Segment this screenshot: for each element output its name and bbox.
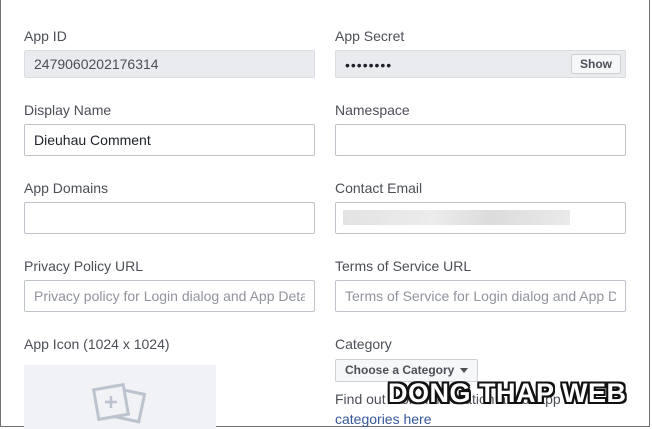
- app-secret-field[interactable]: •••••••• Show: [335, 50, 626, 78]
- app-id-label: App ID: [24, 28, 67, 44]
- add-image-icon: [91, 382, 147, 424]
- privacy-policy-url-input[interactable]: [24, 280, 315, 312]
- namespace-label: Namespace: [335, 102, 410, 118]
- app-id-field[interactable]: 2479060202176314: [24, 50, 315, 78]
- privacy-policy-url-label: Privacy Policy URL: [24, 258, 144, 274]
- app-icon-label: App Icon (1024 x 1024): [24, 336, 170, 352]
- category-label: Category: [335, 336, 392, 352]
- app-icon-upload[interactable]: [24, 365, 216, 429]
- display-name-label: Display Name: [24, 102, 112, 118]
- app-domains-input[interactable]: [24, 202, 315, 234]
- categories-link[interactable]: categories here: [335, 411, 432, 427]
- terms-of-service-url-label: Terms of Service URL: [335, 258, 472, 274]
- contact-email-label: Contact Email: [335, 180, 423, 196]
- terms-of-service-url-input[interactable]: [335, 280, 626, 312]
- app-domains-label: App Domains: [24, 180, 109, 196]
- watermark-text: DONG THAP WEB: [388, 378, 627, 408]
- display-name-input[interactable]: [24, 124, 315, 156]
- caret-down-icon: [460, 368, 469, 373]
- app-secret-masked-value: ••••••••: [345, 57, 393, 73]
- show-secret-button[interactable]: Show: [571, 54, 621, 74]
- namespace-input[interactable]: [335, 124, 626, 156]
- app-secret-label: App Secret: [335, 28, 405, 44]
- contact-email-redacted: [343, 210, 570, 225]
